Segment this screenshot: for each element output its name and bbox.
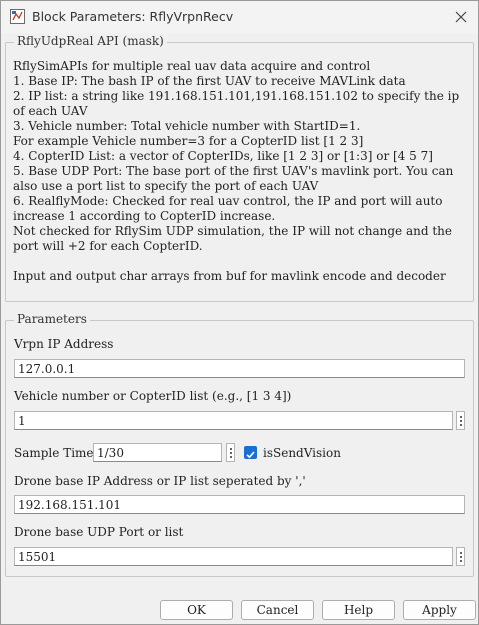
sample-time-label: Sample Time <box>14 446 94 460</box>
window-title: Block Parameters: RflyVrpnRecv <box>32 9 234 24</box>
drone-port-field[interactable] <box>14 547 453 566</box>
drone-port-label: Drone base UDP Port or list <box>14 525 184 539</box>
checkmark-icon <box>246 451 255 459</box>
drone-ip-field[interactable] <box>14 495 465 514</box>
close-icon[interactable] <box>450 7 472 27</box>
sample-time-options-icon[interactable] <box>226 443 235 462</box>
help-button[interactable]: Help <box>322 600 395 620</box>
vehicle-number-field[interactable] <box>14 411 453 430</box>
mask-group-legend: RflyUdpReal API (mask) <box>14 34 167 48</box>
vrpn-ip-field[interactable] <box>14 359 465 378</box>
is-send-vision-label: isSendVision <box>263 446 341 460</box>
cancel-button[interactable]: Cancel <box>241 600 314 620</box>
vrpn-ip-label: Vrpn IP Address <box>14 337 114 351</box>
block-parameters-dialog: Block Parameters: RflyVrpnRecv RflyUdpRe… <box>0 0 479 625</box>
vehicle-number-label: Vehicle number or CopterID list (e.g., [… <box>14 389 292 403</box>
is-send-vision-checkbox[interactable] <box>244 446 257 459</box>
parameters-group-legend: Parameters <box>14 312 90 326</box>
drone-ip-label: Drone base IP Address or IP list seperat… <box>14 474 306 488</box>
mask-description-text: RflySimAPIs for multiple real uav data a… <box>13 59 460 283</box>
simulink-block-icon <box>10 9 25 24</box>
ok-button[interactable]: OK <box>160 600 233 620</box>
sample-time-field[interactable] <box>93 443 222 462</box>
vehicle-number-options-icon[interactable] <box>456 411 465 430</box>
drone-port-options-icon[interactable] <box>456 547 465 566</box>
apply-button[interactable]: Apply <box>403 600 476 620</box>
title-bar: Block Parameters: RflyVrpnRecv <box>1 1 478 33</box>
